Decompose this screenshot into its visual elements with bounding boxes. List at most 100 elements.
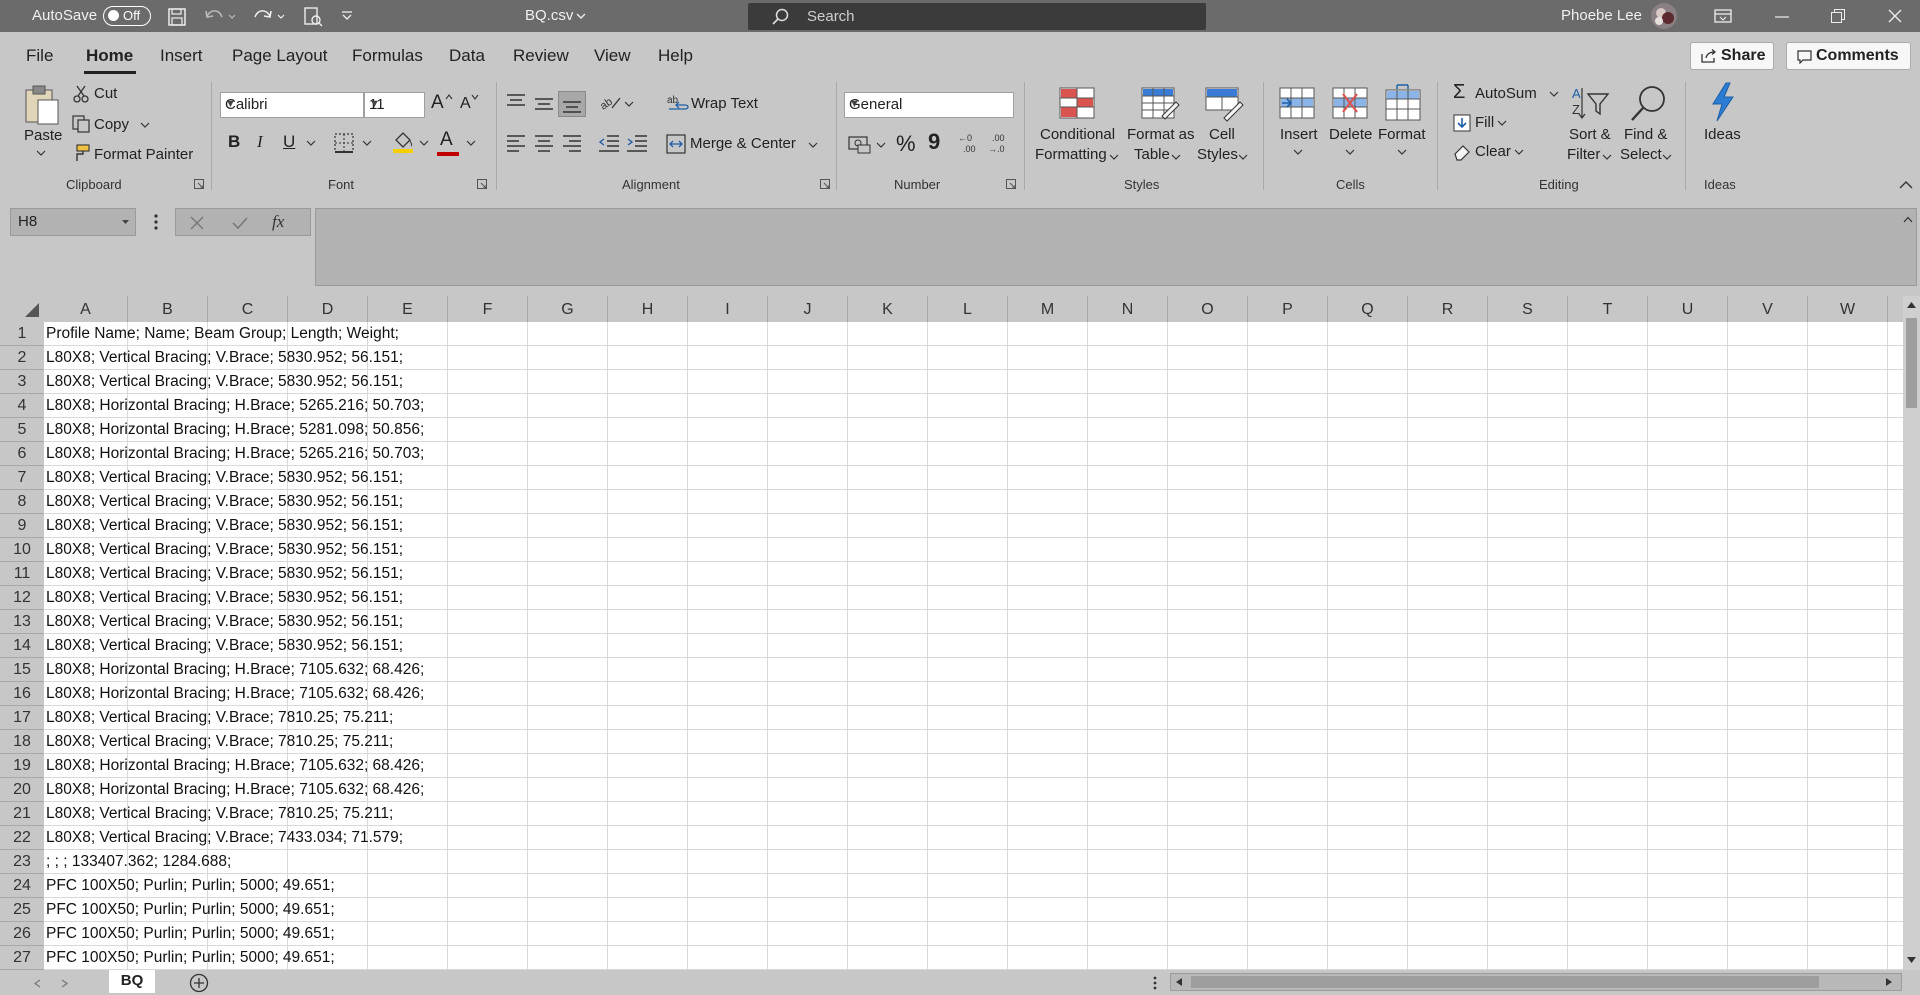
- column-header-m[interactable]: M: [1008, 296, 1088, 322]
- middle-align-icon[interactable]: [534, 95, 554, 113]
- format-as-table-label-2[interactable]: Table: [1134, 146, 1170, 163]
- vertical-scrollbar[interactable]: [1903, 296, 1920, 970]
- search-box[interactable]: Search: [748, 3, 1206, 30]
- fill-icon[interactable]: [1453, 114, 1471, 132]
- align-right-icon[interactable]: [562, 134, 582, 152]
- row-header[interactable]: 13: [0, 610, 44, 634]
- format-as-table-chevron-icon[interactable]: [1171, 153, 1181, 161]
- tab-page-layout[interactable]: Page Layout: [232, 46, 327, 66]
- increase-indent-icon[interactable]: [626, 134, 648, 152]
- column-header-r[interactable]: R: [1408, 296, 1488, 322]
- user-name[interactable]: Phoebe Lee: [1561, 7, 1642, 24]
- tab-file[interactable]: File: [26, 46, 53, 66]
- dialog-launcher-icon[interactable]: [820, 179, 830, 189]
- column-header-q[interactable]: Q: [1328, 296, 1408, 322]
- cell-a18[interactable]: L80X8; Vertical Bracing; V.Brace; 7810.2…: [46, 730, 393, 754]
- row-header[interactable]: 1: [0, 322, 44, 346]
- cell-styles-label-1[interactable]: Cell: [1209, 126, 1235, 143]
- tab-insert[interactable]: Insert: [160, 46, 203, 66]
- delete-cells-chevron-icon[interactable]: [1345, 148, 1355, 156]
- delete-cells-label[interactable]: Delete: [1329, 126, 1372, 143]
- accounting-chevron-icon[interactable]: [876, 141, 886, 149]
- find-select-icon[interactable]: [1628, 84, 1668, 124]
- fill-color-chevron-icon[interactable]: [419, 139, 429, 147]
- row-header[interactable]: 8: [0, 490, 44, 514]
- sheet-tab-bq[interactable]: BQ: [109, 970, 155, 993]
- copy-chevron-icon[interactable]: [140, 121, 150, 129]
- clear-chevron-icon[interactable]: [1514, 148, 1524, 156]
- sort-filter-icon[interactable]: AZ: [1570, 84, 1610, 122]
- scroll-left-icon[interactable]: [1175, 977, 1183, 987]
- increase-font-size-button[interactable]: A: [431, 92, 444, 114]
- column-header-b[interactable]: B: [128, 296, 208, 322]
- format-cells-chevron-icon[interactable]: [1397, 148, 1407, 156]
- close-button[interactable]: [1872, 0, 1918, 32]
- column-header-d[interactable]: D: [288, 296, 368, 322]
- row-header[interactable]: 18: [0, 730, 44, 754]
- avatar[interactable]: [1650, 2, 1678, 30]
- row-header[interactable]: 27: [0, 946, 44, 970]
- name-box[interactable]: H8: [10, 208, 136, 236]
- column-header-a[interactable]: A: [44, 296, 128, 322]
- dialog-launcher-icon[interactable]: [477, 179, 487, 189]
- horizontal-scroll-thumb[interactable]: [1191, 976, 1819, 988]
- column-header-i[interactable]: I: [688, 296, 768, 322]
- borders-icon[interactable]: [334, 133, 354, 153]
- copy-label[interactable]: Copy: [94, 116, 129, 133]
- new-sheet-icon[interactable]: [189, 973, 209, 993]
- column-header-j[interactable]: J: [768, 296, 848, 322]
- sort-filter-label-1[interactable]: Sort &: [1569, 126, 1611, 143]
- customize-toolbar-icon[interactable]: [340, 10, 354, 22]
- conditional-formatting-chevron-icon[interactable]: [1109, 153, 1119, 161]
- row-header[interactable]: 21: [0, 802, 44, 826]
- autosum-chevron-icon[interactable]: [1549, 90, 1559, 98]
- column-header-h[interactable]: H: [608, 296, 688, 322]
- paste-icon[interactable]: [24, 84, 60, 126]
- cell-a24[interactable]: PFC 100X50; Purlin; Purlin; 5000; 49.651…: [46, 874, 335, 898]
- decrease-font-size-button[interactable]: A: [460, 95, 471, 113]
- cell-a3[interactable]: L80X8; Vertical Bracing; V.Brace; 5830.9…: [46, 370, 403, 394]
- cell-a21[interactable]: L80X8; Vertical Bracing; V.Brace; 7810.2…: [46, 802, 393, 826]
- format-cells-icon[interactable]: [1384, 84, 1424, 122]
- column-header-p[interactable]: P: [1248, 296, 1328, 322]
- row-header[interactable]: 22: [0, 826, 44, 850]
- cell-a11[interactable]: L80X8; Vertical Bracing; V.Brace; 5830.9…: [46, 562, 403, 586]
- row-header[interactable]: 15: [0, 658, 44, 682]
- scroll-right-icon[interactable]: [1885, 977, 1893, 987]
- row-header[interactable]: 3: [0, 370, 44, 394]
- select-all-icon[interactable]: [24, 302, 40, 318]
- row-header[interactable]: 2: [0, 346, 44, 370]
- comma-style-button[interactable]: 9: [928, 129, 940, 155]
- row-header[interactable]: 4: [0, 394, 44, 418]
- merge-center-icon[interactable]: [666, 134, 686, 154]
- decrease-indent-icon[interactable]: [598, 134, 620, 152]
- column-header-s[interactable]: S: [1488, 296, 1568, 322]
- restore-button[interactable]: [1815, 0, 1861, 32]
- paste-chevron-icon[interactable]: [36, 149, 46, 157]
- column-header-n[interactable]: N: [1088, 296, 1168, 322]
- find-select-label-2[interactable]: Select: [1620, 146, 1662, 163]
- cell-styles-chevron-icon[interactable]: [1238, 153, 1248, 161]
- tab-split-handle-icon[interactable]: [1153, 976, 1157, 990]
- row-header[interactable]: 6: [0, 442, 44, 466]
- paste-label[interactable]: Paste: [24, 127, 62, 144]
- wrap-text-label[interactable]: Wrap Text: [691, 95, 758, 112]
- wrap-text-icon[interactable]: ab: [667, 93, 689, 115]
- underline-chevron-icon[interactable]: [306, 139, 316, 147]
- cell-a19[interactable]: L80X8; Horizontal Bracing; H.Brace; 7105…: [46, 754, 424, 778]
- dialog-launcher-icon[interactable]: [1006, 179, 1016, 189]
- cell-grid[interactable]: Profile Name; Name; Beam Group; Length; …: [44, 322, 1903, 970]
- column-header-k[interactable]: K: [848, 296, 928, 322]
- dialog-launcher-icon[interactable]: [194, 179, 204, 189]
- row-header[interactable]: 19: [0, 754, 44, 778]
- column-header-u[interactable]: U: [1648, 296, 1728, 322]
- row-header[interactable]: 5: [0, 418, 44, 442]
- copy-icon[interactable]: [72, 115, 90, 133]
- cell-a16[interactable]: L80X8; Horizontal Bracing; H.Brace; 7105…: [46, 682, 424, 706]
- column-header-w[interactable]: W: [1808, 296, 1888, 322]
- tab-data[interactable]: Data: [449, 46, 485, 66]
- autosum-icon[interactable]: Σ: [1453, 81, 1465, 104]
- tab-view[interactable]: View: [594, 46, 631, 66]
- share-button[interactable]: Share: [1690, 42, 1774, 70]
- scroll-down-icon[interactable]: [1906, 956, 1917, 964]
